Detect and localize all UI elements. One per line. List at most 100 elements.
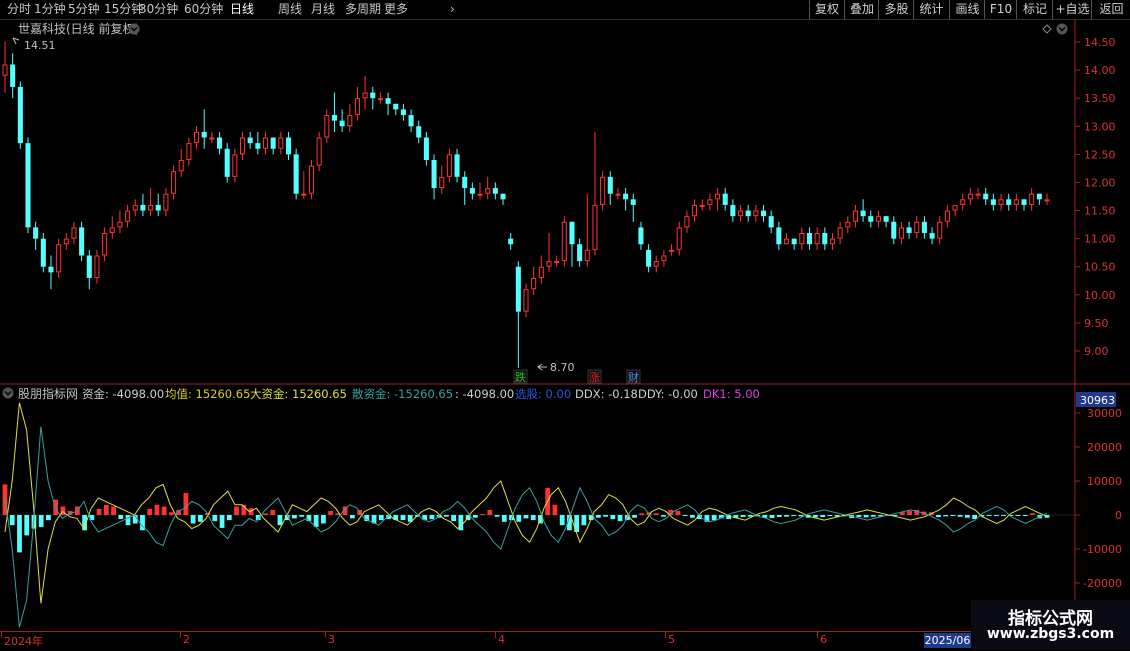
fund-bar (161, 506, 167, 515)
fund-bar (1015, 515, 1021, 516)
fund-bar (24, 515, 30, 536)
fund-bar (740, 515, 746, 518)
fund-bar (675, 510, 681, 515)
date-cursor-label: 2025/06 (924, 633, 971, 648)
fund-bar (530, 515, 536, 521)
candle (40, 233, 46, 273)
candle (561, 216, 567, 267)
fund-bar (653, 513, 659, 515)
date-label-3: 4 (498, 633, 505, 646)
fund-bar (444, 515, 449, 517)
options-icon[interactable] (1056, 23, 1068, 35)
fund-bar (429, 515, 435, 520)
fund-bar (9, 515, 15, 526)
fund-bar (965, 515, 970, 518)
indicator-field-8: DK1: 5.00 (703, 387, 760, 401)
fund-bar (103, 504, 109, 515)
fund-bar (38, 515, 44, 527)
ind-tick-label: -10000 (1083, 543, 1122, 556)
toolbar-btn-5[interactable]: F10 (984, 0, 1017, 19)
title-dropdown-icon[interactable] (128, 23, 140, 35)
ind-tick-label: 0 (1115, 509, 1122, 522)
fund-bar (349, 515, 355, 519)
fund-bar (154, 504, 160, 515)
date-label-5: 6 (820, 633, 827, 646)
more-arrow-icon[interactable]: › (450, 2, 455, 18)
candle (600, 171, 606, 211)
fund-bar (190, 515, 196, 524)
indicator-collapse-icon[interactable] (2, 387, 14, 399)
fund-bar (552, 504, 558, 515)
candle (293, 148, 299, 200)
fund-bar (451, 515, 457, 522)
fund-bar (791, 515, 797, 517)
event-marker-0: 跌 (513, 369, 528, 384)
event-marker-2: 财 (626, 369, 641, 384)
fund-bar (661, 515, 666, 517)
tab-9[interactable]: 多周期 (345, 2, 381, 18)
fund-bar (494, 515, 500, 517)
fund-bar (603, 515, 608, 517)
indicator-field-0: 资金: -4098.00 (82, 387, 164, 401)
fund-bar (856, 515, 862, 518)
date-label-0: 2024年 (4, 635, 43, 648)
price-tick-label: 14.50 (1084, 36, 1116, 49)
fund-bar (820, 515, 826, 518)
date-tick (665, 632, 666, 638)
price-tick-label: 13.50 (1084, 92, 1116, 105)
toolbar-btn-4[interactable]: 画线 (949, 0, 985, 19)
candle (17, 81, 23, 149)
indicator-name: 股朋指标网 (18, 386, 78, 401)
toolbar-btn-8[interactable]: 返回 (1091, 0, 1130, 19)
toolbar-btn-6[interactable]: 标记 (1016, 0, 1053, 19)
fund-bar (277, 515, 283, 526)
fund-bar (813, 515, 818, 518)
fund-bar (501, 515, 507, 522)
tab-0[interactable]: 分时 (7, 2, 31, 18)
fund-bar (682, 515, 688, 517)
fund-bar (234, 506, 239, 515)
tab-3[interactable]: 15分钟 (104, 2, 143, 18)
fund-bar (632, 515, 637, 518)
candle (25, 137, 31, 234)
tab-2[interactable]: 5分钟 (68, 2, 100, 18)
fund-bar (197, 515, 203, 522)
tab-10[interactable]: 更多 (384, 2, 408, 18)
date-tick (1, 632, 2, 638)
ind-tick-label: 30000 (1087, 407, 1122, 420)
price-tick-label: 14.00 (1084, 64, 1116, 77)
toolbar-btn-7[interactable]: +自选 (1052, 0, 1092, 19)
tab-8[interactable]: 月线 (311, 2, 335, 18)
toolbar-btn-2[interactable]: 多股 (878, 0, 914, 19)
price-tick-label: 10.00 (1084, 289, 1116, 302)
fund-bar (1030, 513, 1035, 515)
watermark-url: www.zbgs3.com (986, 626, 1115, 642)
fund-bar (610, 515, 616, 520)
toolbar-btn-1[interactable]: 叠加 (844, 0, 879, 19)
fund-bar (212, 515, 218, 522)
toolbar-btn-3[interactable]: 统计 (913, 0, 949, 19)
price-tick-label: 9.50 (1084, 317, 1109, 330)
fund-bar (458, 515, 464, 531)
tab-1[interactable]: 1分钟 (34, 2, 66, 18)
candle (316, 131, 322, 172)
fund-bar (936, 515, 941, 518)
svg-text:8.70: 8.70 (550, 361, 575, 374)
tab-5[interactable]: 60分钟 (184, 2, 223, 18)
indicator-field-3: 散资金: -15260.65 (352, 387, 453, 401)
candle (56, 238, 62, 278)
date-tick (495, 632, 496, 638)
fund-bar (147, 508, 153, 515)
fund-bar (219, 515, 225, 528)
ind-tick-label: 10000 (1087, 475, 1122, 488)
fund-bar (907, 510, 912, 515)
tab-7[interactable]: 周线 (278, 2, 302, 18)
price-tick-label: 10.50 (1084, 261, 1116, 274)
tab-6[interactable]: 日线 (230, 2, 254, 18)
toolbar-btn-0[interactable]: 复权 (809, 0, 844, 19)
event-marker-text: 涨 (589, 371, 600, 384)
fund-bar (769, 515, 775, 519)
tab-4[interactable]: 30分钟 (139, 2, 178, 18)
indicator-field-7: DDY: -0.00 (638, 387, 698, 401)
date-tick (325, 632, 326, 638)
